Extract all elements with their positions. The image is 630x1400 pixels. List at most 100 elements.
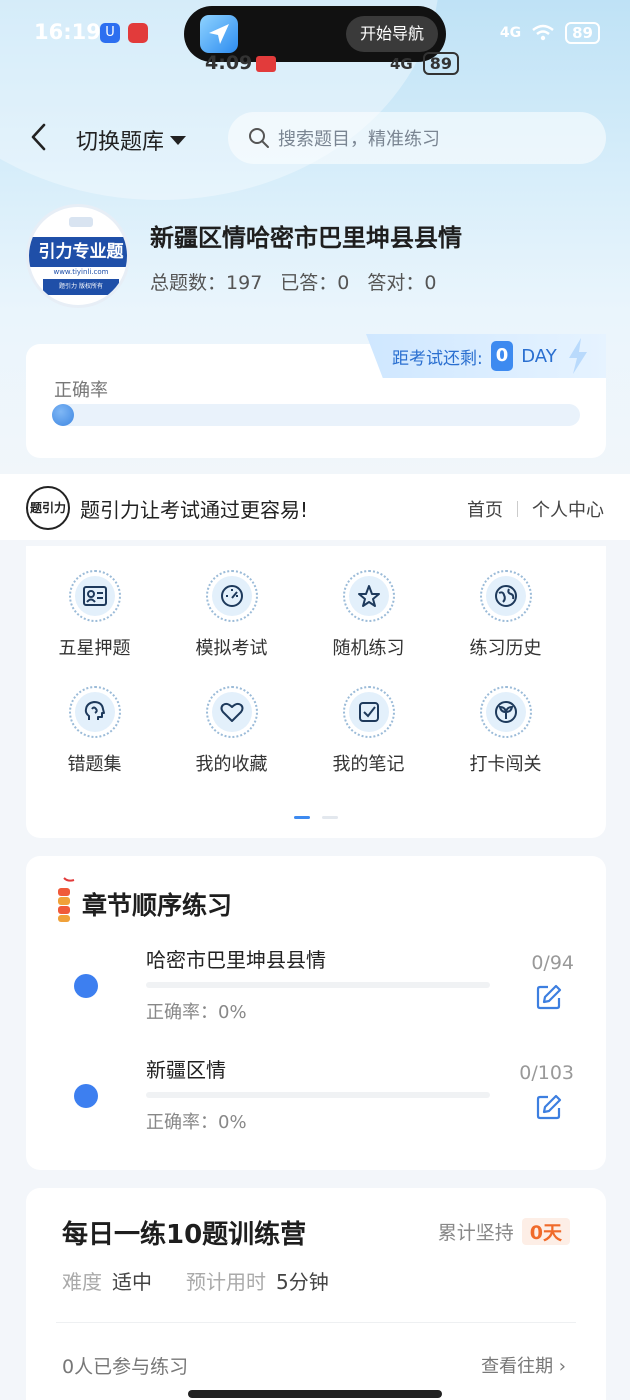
chapter-count: 0/94 bbox=[531, 952, 574, 974]
home-link[interactable]: 首页 bbox=[467, 496, 503, 522]
countdown-label: 距考试还剩: bbox=[392, 348, 483, 369]
answered-count: 已答：0 bbox=[280, 268, 349, 295]
grid-item-checkin[interactable]: 打卡闯关 bbox=[437, 686, 574, 776]
total-count: 总题数：197 bbox=[150, 268, 262, 295]
chapter-count: 0/103 bbox=[519, 1062, 574, 1084]
search-placeholder: 搜索题目，精准练习 bbox=[278, 129, 440, 150]
joined-count: 0人已参与练习 bbox=[62, 1356, 189, 1378]
secondary-time-text: 4:09 bbox=[205, 52, 253, 74]
secondary-app-badge bbox=[256, 55, 277, 72]
search-icon bbox=[249, 128, 269, 148]
grid-item-five-star[interactable]: 五星押题 bbox=[26, 570, 163, 660]
correct-label: 答对： bbox=[367, 272, 425, 294]
streak-value: 0天 bbox=[521, 1218, 570, 1245]
secondary-status-right: 4G 89 bbox=[390, 52, 460, 75]
bank-stats: 总题数：197 已答：0 答对：0 bbox=[150, 268, 437, 295]
view-history-link[interactable]: 查看往期 › bbox=[481, 1352, 566, 1378]
navigation-app-icon[interactable] bbox=[200, 15, 238, 53]
answered-label: 已答： bbox=[280, 272, 338, 294]
checkbox-note-icon bbox=[342, 686, 395, 738]
caret-down-icon bbox=[170, 135, 187, 145]
wifi-icon bbox=[532, 24, 554, 41]
chapter-rate: 正确率：0% bbox=[146, 1002, 247, 1023]
secondary-signal-icon: 4G bbox=[390, 54, 413, 73]
secondary-battery: 89 bbox=[422, 52, 460, 75]
answered-value: 0 bbox=[337, 272, 350, 294]
grid-item-notes[interactable]: 我的笔记 bbox=[300, 686, 437, 776]
chapter-rate: 正确率：0% bbox=[146, 1112, 247, 1133]
status-time: 16:19 bbox=[34, 20, 101, 44]
grid-page-indicator bbox=[294, 816, 338, 819]
page-dot-active bbox=[294, 816, 310, 819]
search-input[interactable]: 搜索题目，精准练习 bbox=[228, 112, 606, 164]
time-value: 5分钟 bbox=[276, 1270, 329, 1294]
streak-label: 累计坚持 bbox=[437, 1222, 514, 1244]
star-network-icon bbox=[342, 570, 395, 622]
grid-item-label: 模拟考试 bbox=[195, 638, 268, 659]
bank-title: 新疆区情哈密市巴里坤县县情 bbox=[150, 224, 462, 252]
grid-item-label: 错题集 bbox=[67, 754, 122, 775]
chapter-bullet bbox=[74, 974, 98, 998]
grid-item-favorites[interactable]: 我的收藏 bbox=[163, 686, 300, 776]
accuracy-label: 正确率 bbox=[54, 380, 108, 401]
home-indicator[interactable] bbox=[188, 1390, 442, 1398]
chapter-row[interactable]: 新疆区情 正确率：0% 0/103 bbox=[26, 1054, 606, 1154]
switch-bank-dropdown[interactable]: 切换题库 bbox=[76, 124, 187, 156]
id-card-icon bbox=[68, 570, 121, 622]
secondary-status-time: 4:09 bbox=[205, 52, 277, 74]
slogan-bar: 题引力 题引力让考试通过更容易! 首页 个人中心 bbox=[0, 474, 630, 540]
notification-app-icon: U bbox=[100, 23, 120, 43]
feature-grid-card: 五星押题 模拟考试 随机练习 练习历史 错题集 我的收藏 我的笔记 打卡闯关 bbox=[26, 546, 606, 838]
chapter-progress-track bbox=[146, 1092, 490, 1098]
firecracker-icon bbox=[58, 877, 75, 922]
bank-logo: 引力专业题 www.tiyinli.com 题引力 版权所有 bbox=[26, 204, 130, 308]
chapter-name: 哈密市巴里坤县县情 bbox=[146, 948, 326, 972]
exam-countdown: 距考试还剩: 0 DAY bbox=[366, 334, 606, 378]
link-divider bbox=[517, 501, 518, 517]
time-label: 预计用时 bbox=[186, 1270, 266, 1294]
grid-item-mock-exam[interactable]: 模拟考试 bbox=[163, 570, 300, 660]
accuracy-progress-knob bbox=[52, 404, 74, 426]
edit-icon[interactable] bbox=[536, 1094, 562, 1120]
battery-indicator: 89 bbox=[565, 22, 600, 44]
countdown-days: 0 bbox=[490, 341, 514, 371]
status-right: 4G 89 bbox=[500, 22, 600, 44]
chapter-row[interactable]: 哈密市巴里坤县县情 正确率：0% 0/94 bbox=[26, 944, 606, 1044]
start-navigation-button[interactable]: 开始导航 bbox=[345, 16, 438, 52]
grid-item-history[interactable]: 练习历史 bbox=[437, 570, 574, 660]
brand-logo-icon: 题引力 bbox=[26, 486, 70, 530]
daily-title: 每日一练10题训练营 bbox=[62, 1220, 307, 1250]
logo-band: 题引力 版权所有 bbox=[43, 279, 119, 295]
grid-item-label: 我的笔记 bbox=[332, 754, 405, 775]
chapter-name: 新疆区情 bbox=[146, 1058, 226, 1082]
countdown-unit: DAY bbox=[521, 345, 557, 367]
divider bbox=[56, 1322, 576, 1323]
correct-value: 0 bbox=[424, 272, 437, 294]
profile-link[interactable]: 个人中心 bbox=[532, 496, 604, 522]
slogan-text: 题引力让考试通过更容易! bbox=[80, 498, 309, 522]
grid-item-label: 随机练习 bbox=[332, 638, 405, 659]
edit-icon[interactable] bbox=[536, 984, 562, 1010]
slogan-links: 首页 个人中心 bbox=[467, 496, 604, 522]
chapter-practice-card: 章节顺序练习 哈密市巴里坤县县情 正确率：0% 0/94 新疆区情 正确率：0%… bbox=[26, 856, 606, 1170]
daily-meta: 难度 适中 预计用时 5分钟 bbox=[62, 1266, 353, 1295]
grid-item-wrong-set[interactable]: 错题集 bbox=[26, 686, 163, 776]
total-value: 197 bbox=[226, 272, 263, 294]
lightning-icon bbox=[568, 338, 587, 374]
sprout-icon bbox=[479, 686, 532, 738]
gauge-icon bbox=[205, 570, 258, 622]
chapter-progress-track bbox=[146, 982, 490, 988]
grid-item-label: 练习历史 bbox=[469, 638, 542, 659]
feature-grid: 五星押题 模拟考试 随机练习 练习历史 错题集 我的收藏 我的笔记 打卡闯关 bbox=[26, 570, 606, 776]
back-arrow-icon[interactable] bbox=[28, 122, 50, 152]
signal-icon: 4G bbox=[499, 25, 522, 41]
page-dot bbox=[322, 816, 338, 819]
switch-bank-label: 切换题库 bbox=[76, 130, 165, 155]
globe-history-icon bbox=[479, 570, 532, 622]
daily-streak: 累计坚持 0天 bbox=[438, 1218, 570, 1245]
notification-app-icon-red bbox=[128, 23, 148, 43]
grid-item-random-practice[interactable]: 随机练习 bbox=[300, 570, 437, 660]
difficulty-label: 难度 bbox=[62, 1270, 102, 1294]
daily-practice-card[interactable]: 每日一练10题训练营 累计坚持 0天 难度 适中 预计用时 5分钟 0人已参与练… bbox=[26, 1188, 606, 1400]
chapter-section-title: 章节顺序练习 bbox=[82, 891, 233, 920]
